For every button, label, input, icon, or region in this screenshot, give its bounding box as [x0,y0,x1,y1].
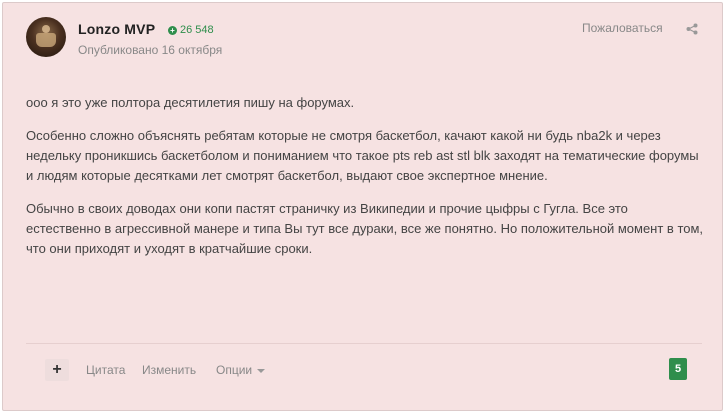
report-link[interactable]: Пожаловаться [582,21,663,35]
options-label: Опции [216,363,253,377]
post-content: ооо я это уже полтора десятилетия пишу н… [26,93,706,272]
edit-button[interactable]: Изменить [142,363,196,377]
avatar-figure-body [36,33,56,47]
chevron-down-icon [257,368,266,373]
plus-circle-icon: + [168,25,177,35]
share-icon[interactable] [686,23,698,35]
reputation-value: 26 548 [180,24,214,36]
footer-divider [26,343,702,344]
multiquote-button[interactable]: + [45,359,69,381]
post-header: Lonzo MVP + 26 548 Опубликовано 16 октяб… [3,3,722,77]
reputation-badge[interactable]: 5 [669,358,687,380]
options-dropdown[interactable]: Опции [216,363,266,377]
reputation-indicator: + 26 548 [168,24,214,36]
post-footer: + Цитата Изменить Опции 5 [3,355,722,385]
post-paragraph: Особенно сложно объяснять ребятам которы… [26,128,699,183]
forum-post: Lonzo MVP + 26 548 Опубликовано 16 октяб… [2,2,723,411]
published-date: Опубликовано 16 октября [78,43,223,57]
avatar-figure-head [42,25,50,33]
post-paragraph: Обычно в своих доводах они копи пастят с… [26,201,704,256]
author-name[interactable]: Lonzo MVP [78,21,155,37]
post-paragraph: ооо я это уже полтора десятилетия пишу н… [26,95,355,110]
quote-button[interactable]: Цитата [86,363,125,377]
avatar[interactable] [26,17,66,57]
